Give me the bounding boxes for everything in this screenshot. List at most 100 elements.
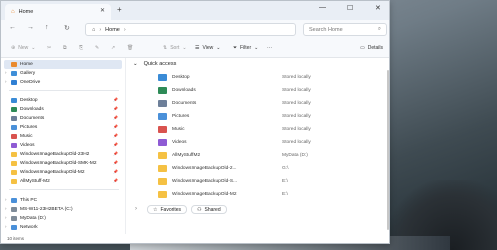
address-row: ← → ↑ ↻ ⌂ › Home › Search Home ⌕ (1, 20, 389, 39)
item-location: MyData (D:) (282, 152, 308, 158)
chevron-down-icon[interactable]: ⌄ (133, 61, 138, 67)
item-name: Videos (172, 139, 187, 145)
folder-icon (158, 73, 167, 81)
sidebar-item-label: WindowsImageBackupOld-SMK-M2 (20, 160, 97, 166)
expand-chevron-icon[interactable]: › (5, 215, 7, 220)
expand-chevron-icon[interactable]: › (5, 79, 7, 84)
expand-chevron-icon[interactable]: › (5, 224, 7, 229)
maximize-button[interactable]: ☐ (347, 4, 353, 12)
list-item[interactable]: WindowsImageBackupOld-M2 E:\ (158, 189, 288, 199)
sidebar-item-allmystuff-m2[interactable]: AllMyStuff-M2 (11, 177, 50, 185)
expand-chevron-icon[interactable]: › (5, 70, 7, 75)
sidebar-item-documents[interactable]: Documents (11, 114, 44, 122)
filter-button[interactable]: ⏷ Filter ⌄ (233, 45, 258, 51)
new-tab-button[interactable]: + (117, 5, 122, 14)
content-area: Home Gallery › OneDrive › Desktop 📌 Downloads 📌 D… (1, 58, 389, 236)
list-item[interactable]: WindowsImageBackupOld-2... G:\ (158, 163, 288, 173)
sidebar-item-label: MyData (D:) (20, 215, 46, 221)
sidebar-item-pictures[interactable]: Pictures (11, 123, 37, 131)
sort-icon: ⇅ (163, 45, 168, 51)
forward-button[interactable]: → (27, 24, 34, 31)
back-button[interactable]: ← (9, 24, 16, 31)
list-item[interactable]: Desktop Stored locally (158, 72, 311, 82)
expand-chevron-icon[interactable]: › (5, 206, 7, 211)
scrollbar[interactable] (386, 62, 389, 230)
sidebar-item-label: Documents (20, 115, 45, 121)
sidebar-item-music[interactable]: Music (11, 132, 33, 140)
sidebar-item-this-pc[interactable]: This PC (11, 196, 37, 204)
cut-icon[interactable]: ✂ (47, 45, 51, 51)
item-location: G:\ (282, 165, 289, 171)
sort-button[interactable]: ⇅ Sort ⌄ (163, 45, 187, 51)
list-item[interactable]: Documents Stored locally (158, 98, 311, 108)
address-bar[interactable]: ⌂ › Home › (85, 23, 296, 36)
sidebar-item-gallery[interactable]: Gallery (11, 69, 35, 77)
list-item[interactable]: Music Stored locally (158, 124, 311, 134)
pin-icon: 📌 (113, 151, 118, 156)
sidebar-item-label: AllMyStuff-M2 (20, 178, 50, 184)
sidebar-item-videos[interactable]: Videos (11, 141, 35, 149)
list-item[interactable]: WindowsImageBackupOld-S... E:\ (158, 176, 288, 186)
delete-icon[interactable]: 🗑 (127, 45, 133, 51)
item-location: E:\ (282, 191, 288, 197)
pin-icon: 📌 (113, 115, 118, 120)
section-title: Quick access (143, 61, 177, 67)
shared-button[interactable]: ⚇ Shared (191, 205, 227, 214)
copy-icon[interactable]: ⧉ (63, 45, 67, 51)
list-item[interactable]: Pictures Stored locally (158, 111, 311, 121)
sidebar-item-downloads[interactable]: Downloads (11, 105, 44, 113)
sidebar-item-mydata-d[interactable]: MyData (D:) (11, 214, 46, 222)
list-item[interactable]: Downloads Stored locally (158, 85, 311, 95)
favorites-button[interactable]: ☆ Favorites (147, 205, 188, 214)
search-placeholder: Search Home (309, 26, 343, 33)
up-button[interactable]: ↑ (45, 24, 49, 31)
shared-label: Shared (204, 206, 221, 213)
more-options-button[interactable]: ··· (267, 45, 272, 51)
folder-icon (158, 86, 167, 94)
tab-close-icon[interactable]: ✕ (100, 7, 105, 14)
rename-icon[interactable]: ✎ (95, 45, 99, 51)
sidebar-item-label: MS-W11-23H2BETA (C:) (20, 206, 73, 212)
sidebar-item-label: This PC (20, 197, 38, 203)
sidebar-divider (9, 189, 119, 190)
folder-icon (11, 124, 17, 130)
scrollbar-thumb[interactable] (387, 70, 389, 230)
item-location: Stored locally (282, 113, 311, 119)
quick-access-header[interactable]: ⌄ Quick access (133, 61, 176, 67)
breadcrumb-home[interactable]: Home (105, 27, 120, 33)
new-label: New (18, 45, 29, 51)
home-icon: ⌂ (11, 9, 15, 15)
minimize-button[interactable]: — (319, 4, 326, 11)
expand-chevron-icon[interactable]: › (5, 197, 7, 202)
refresh-button[interactable]: ↻ (64, 24, 70, 32)
favorites-label: Favorites (160, 206, 182, 213)
folder-icon (11, 97, 17, 103)
paste-icon[interactable]: ⎘ (79, 45, 83, 51)
chevron-down-icon: ⌄ (31, 45, 36, 51)
search-input[interactable]: Search Home ⌕ (303, 23, 387, 36)
sidebar-item-label: Desktop (20, 97, 38, 103)
sidebar-item-windowsimagebackupold-smk-m2[interactable]: WindowsImageBackupOld-SMK-M2 (11, 159, 97, 167)
sidebar-item-network[interactable]: Network (11, 223, 38, 231)
sidebar-item-desktop[interactable]: Desktop (11, 96, 38, 104)
sidebar-item-windowsimagebackupold-23h2[interactable]: WindowsImageBackupOld-23H2 (11, 150, 89, 158)
breadcrumb-separator[interactable]: › (124, 27, 126, 33)
sidebar-item-onedrive[interactable]: OneDrive (11, 78, 40, 86)
list-item[interactable]: AllMyStuffM2 MyData (D:) (158, 150, 308, 160)
status-bar: 10 items (1, 234, 389, 243)
view-button[interactable]: ☰ View ⌄ (195, 45, 220, 51)
sidebar-item-home[interactable]: Home (4, 60, 122, 69)
details-button[interactable]: ▭ Details (360, 45, 383, 51)
close-window-button[interactable]: ✕ (375, 4, 381, 12)
favorites-chevron-icon[interactable]: › (135, 206, 137, 212)
share-icon[interactable]: ↗ (111, 45, 115, 51)
sidebar-item-windowsimagebackupold-m2[interactable]: WindowsImageBackupOld-M2 (11, 168, 85, 176)
tab-home[interactable]: ⌂ Home ✕ (5, 4, 111, 20)
sidebar-item-ms-w11-23h2beta-c[interactable]: MS-W11-23H2BETA (C:) (11, 205, 73, 213)
sidebar-divider (9, 90, 119, 91)
list-item[interactable]: Videos Stored locally (158, 137, 311, 147)
new-button[interactable]: ⊕ New ⌄ (11, 45, 35, 51)
navigation-pane: Home Gallery › OneDrive › Desktop 📌 Downloads 📌 D… (1, 58, 126, 236)
view-label: View (202, 45, 214, 51)
home-breadcrumb-icon[interactable]: ⌂ (92, 27, 95, 33)
